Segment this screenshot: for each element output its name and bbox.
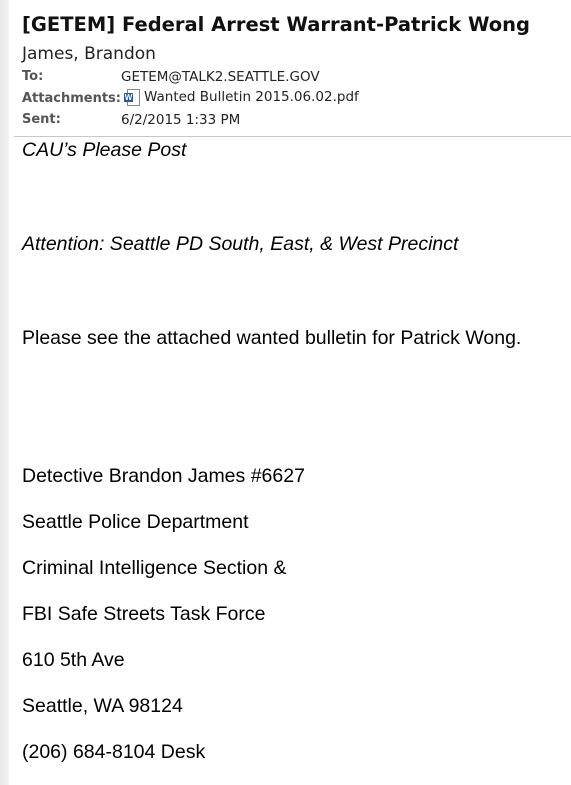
signature-line: 610 5th Ave bbox=[22, 649, 125, 671]
body-line-attention: Attention: Seattle PD South, East, & Wes… bbox=[22, 233, 459, 255]
email-subject: [GETEM] Federal Arrest Warrant-Patrick W… bbox=[22, 13, 530, 36]
attachment-item[interactable]: W Wanted Bulletin 2015.06.02.pdf bbox=[124, 89, 359, 106]
word-document-icon: W bbox=[124, 89, 140, 106]
sent-timestamp: 6/2/2015 1:33 PM bbox=[121, 112, 241, 128]
body-line-cau: CAU’s Please Post bbox=[22, 139, 187, 161]
signature-line: FBI Safe Streets Task Force bbox=[22, 603, 266, 625]
signature-line: Criminal Intelligence Section & bbox=[22, 557, 287, 579]
email-sender[interactable]: James, Brandon bbox=[22, 44, 156, 64]
to-label: To: bbox=[22, 69, 44, 84]
signature-line: Seattle Police Department bbox=[22, 511, 249, 533]
signature-line: Seattle, WA 98124 bbox=[22, 695, 183, 717]
header-divider bbox=[14, 136, 571, 137]
attachment-filename: Wanted Bulletin 2015.06.02.pdf bbox=[144, 89, 359, 105]
to-recipient[interactable]: GETEM@TALK2.SEATTLE.GOV bbox=[121, 69, 320, 85]
body-line-request: Please see the attached wanted bulletin … bbox=[22, 327, 522, 349]
signature-line: Detective Brandon James #6627 bbox=[22, 465, 305, 487]
signature-line: (206) 684-8104 Desk bbox=[22, 741, 206, 763]
window-left-edge bbox=[0, 0, 9, 785]
attachments-label: Attachments: bbox=[22, 91, 121, 106]
sent-label: Sent: bbox=[22, 112, 61, 127]
